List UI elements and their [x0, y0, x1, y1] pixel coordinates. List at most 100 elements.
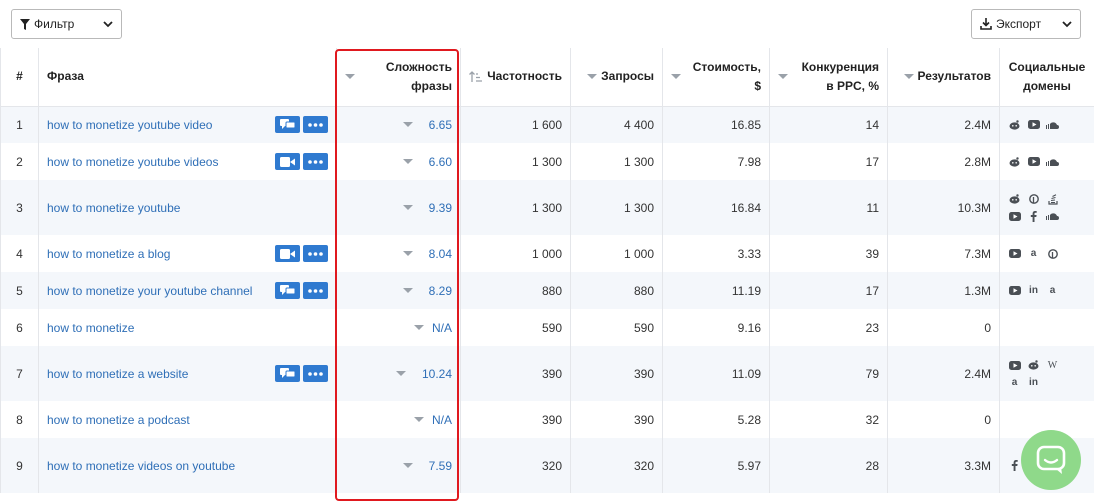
difficulty-cell: 6.60: [336, 143, 461, 180]
phrase-link[interactable]: how to monetize a podcast: [47, 413, 190, 427]
filter-button[interactable]: Фильтр: [11, 9, 122, 39]
more-options-button[interactable]: [303, 282, 328, 299]
more-options-button[interactable]: [303, 116, 328, 134]
frequency-cell: 320: [460, 438, 571, 493]
reddit-icon[interactable]: [1027, 359, 1040, 372]
difficulty-value[interactable]: N/A: [432, 321, 452, 335]
video-button[interactable]: [275, 245, 300, 262]
more-dots-icon: [308, 159, 323, 164]
more-options-button[interactable]: [303, 153, 328, 170]
amazon-icon[interactable]: a: [1027, 247, 1040, 260]
header-frequency[interactable]: Частотность: [460, 48, 571, 107]
more-options-button[interactable]: [303, 245, 328, 262]
difficulty-caret-icon[interactable]: [402, 159, 413, 164]
chat-widget-button[interactable]: [1021, 430, 1081, 490]
difficulty-value[interactable]: 8.29: [429, 284, 452, 298]
difficulty-value[interactable]: 6.65: [429, 118, 452, 132]
difficulty-caret-icon[interactable]: [413, 417, 424, 422]
queries-cell: 320: [570, 438, 663, 493]
youtube-icon[interactable]: [1008, 247, 1021, 260]
queries-cell: 1 300: [570, 143, 663, 180]
soundcloud-icon[interactable]: [1046, 155, 1059, 168]
phrase-link[interactable]: how to monetize youtube videos: [47, 155, 218, 169]
difficulty-caret-icon[interactable]: [402, 288, 413, 293]
phrase-cell: how to monetize a podcast: [38, 401, 337, 438]
pinterest-icon[interactable]: [1046, 247, 1059, 260]
difficulty-value[interactable]: 7.59: [429, 459, 452, 473]
difficulty-value[interactable]: 6.60: [429, 155, 452, 169]
facebook-icon[interactable]: [1008, 459, 1021, 472]
linkedin-icon[interactable]: in: [1027, 376, 1040, 389]
row-index: 7: [0, 346, 39, 401]
wikipedia-icon[interactable]: W: [1046, 359, 1059, 372]
amazon-icon[interactable]: a: [1046, 284, 1059, 297]
row-index: 3: [0, 180, 39, 235]
pinterest-icon[interactable]: [1027, 193, 1040, 206]
sort-caret-icon: [345, 74, 355, 80]
header-queries[interactable]: Запросы: [570, 48, 663, 107]
header-cost[interactable]: Стоимость, $: [662, 48, 770, 107]
difficulty-value[interactable]: N/A: [432, 413, 452, 427]
linkedin-icon[interactable]: in: [1027, 284, 1040, 297]
difficulty-value[interactable]: 8.04: [429, 247, 452, 261]
phrase-link[interactable]: how to monetize: [47, 321, 134, 335]
phrase-link[interactable]: how to monetize youtube: [47, 201, 180, 215]
phrase-link[interactable]: how to monetize a website: [47, 367, 188, 381]
difficulty-value[interactable]: 10.24: [422, 367, 452, 381]
results-cell: 0: [887, 401, 1000, 438]
header-difficulty[interactable]: Сложность фразы: [336, 48, 461, 107]
difficulty-value[interactable]: 9.39: [429, 201, 452, 215]
header-competition[interactable]: Конкуренция в PPC, %: [769, 48, 888, 107]
reddit-icon[interactable]: [1008, 118, 1021, 131]
social-cell: W a in: [999, 346, 1094, 401]
difficulty-caret-icon[interactable]: [413, 325, 424, 330]
video-button[interactable]: [275, 153, 300, 170]
youtube-icon[interactable]: [1008, 284, 1021, 297]
phrase-link[interactable]: how to monetize youtube video: [47, 118, 212, 132]
more-options-button[interactable]: [303, 365, 328, 382]
row-index: 5: [0, 272, 39, 309]
header-phrase[interactable]: Фраза: [38, 48, 337, 107]
phrase-link[interactable]: how to monetize your youtube channel: [47, 284, 252, 298]
header-competition-line2: в PPC, %: [826, 78, 879, 93]
chat-bubbles-icon: [280, 285, 295, 295]
youtube-icon[interactable]: [1027, 155, 1040, 168]
reddit-icon[interactable]: [1008, 155, 1021, 168]
chevron-down-icon: [103, 20, 113, 27]
more-dots-icon: [308, 371, 323, 376]
export-button[interactable]: Экспорт: [971, 9, 1081, 39]
header-results[interactable]: Результатов: [887, 48, 1000, 107]
soundcloud-icon[interactable]: [1046, 210, 1059, 223]
phrase-cell: how to monetize your youtube channel: [38, 272, 337, 309]
cost-cell: 5.97: [662, 438, 770, 493]
youtube-icon[interactable]: [1027, 118, 1040, 131]
chat-bubbles-button[interactable]: [275, 282, 300, 299]
youtube-icon[interactable]: [1008, 210, 1021, 223]
difficulty-caret-icon[interactable]: [402, 205, 413, 210]
difficulty-caret-icon[interactable]: [402, 251, 413, 256]
youtube-icon[interactable]: [1008, 359, 1021, 372]
more-dots-icon: [308, 122, 323, 127]
video-camera-icon: [280, 248, 295, 259]
reddit-icon[interactable]: [1008, 193, 1021, 206]
queries-cell: 390: [570, 346, 663, 401]
soundcloud-icon[interactable]: [1046, 118, 1059, 131]
competition-cell: 17: [769, 143, 888, 180]
amazon-icon[interactable]: a: [1008, 376, 1021, 389]
header-cost-line2: $: [754, 78, 761, 93]
table-header-row: # Фраза Сложность фразы Частотность Запр…: [0, 48, 1094, 107]
difficulty-caret-icon[interactable]: [402, 463, 413, 468]
phrase-link[interactable]: how to monetize a blog: [47, 247, 170, 261]
difficulty-caret-icon[interactable]: [402, 122, 413, 128]
header-social-line2: домены: [1023, 78, 1071, 93]
cost-cell: 7.98: [662, 143, 770, 180]
stackoverflow-icon[interactable]: [1046, 193, 1059, 206]
difficulty-caret-icon[interactable]: [395, 371, 406, 376]
phrase-cell: how to monetize youtube video: [38, 106, 337, 143]
difficulty-cell: N/A: [336, 401, 461, 438]
difficulty-cell: 10.24: [336, 346, 461, 401]
phrase-link[interactable]: how to monetize videos on youtube: [47, 459, 235, 473]
chat-bubbles-button[interactable]: [275, 365, 300, 382]
chat-bubbles-button[interactable]: [275, 116, 300, 134]
facebook-icon[interactable]: [1027, 210, 1040, 223]
